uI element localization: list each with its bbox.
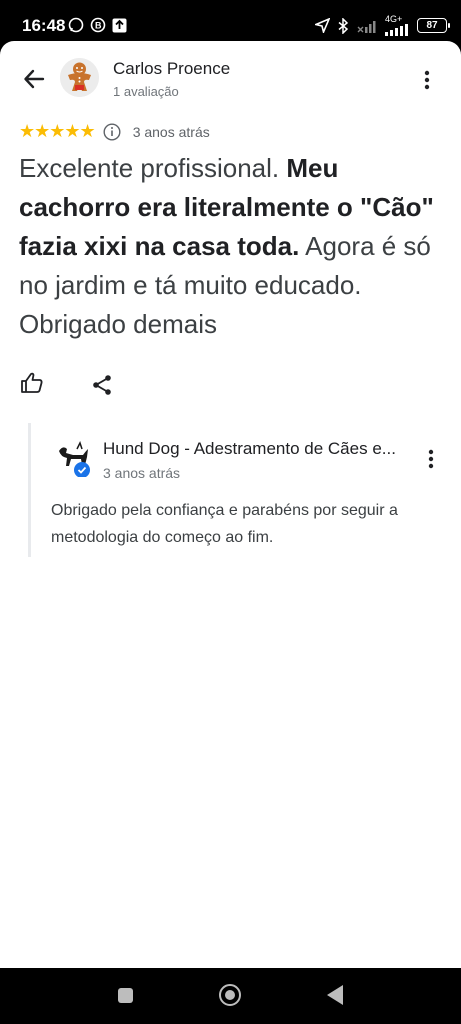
author-name[interactable]: Carlos Proence — [113, 59, 230, 79]
notification-icons: B — [68, 17, 127, 33]
signal-icon — [385, 24, 408, 36]
thumb-up-icon — [21, 372, 43, 393]
share-icon — [93, 375, 111, 395]
more-options-button[interactable] — [415, 68, 439, 92]
bluetooth-icon — [338, 17, 349, 34]
arrow-left-icon — [24, 69, 45, 89]
b-app-icon: B — [90, 17, 106, 33]
upload-icon — [112, 18, 127, 32]
battery-icon: 87 — [417, 18, 450, 33]
navigation-bar — [0, 968, 461, 1024]
star-rating: ★★★★★ — [19, 121, 96, 141]
review-text: Excelente profissional. Meu cachorro era… — [19, 149, 439, 344]
system-icons: 4G+ 87 — [315, 15, 450, 36]
home-button[interactable] — [219, 984, 241, 1006]
more-vert-icon — [424, 70, 430, 90]
location-icon — [315, 18, 330, 33]
owner-response-date: 3 anos atrás — [103, 465, 181, 481]
status-bar: 16:48 B 4G+ 87 — [0, 0, 461, 46]
owner-name[interactable]: Hund Dog - Adestramento de Cães e... — [103, 439, 408, 459]
rating-row: ★★★★★ 3 anos atrás — [19, 121, 210, 142]
recents-button[interactable] — [118, 988, 133, 1003]
nav-back-button[interactable] — [327, 985, 343, 1005]
author-avatar[interactable] — [60, 58, 99, 97]
gingerbread-man-icon — [60, 58, 99, 97]
info-icon[interactable] — [103, 122, 121, 141]
review-sheet: Carlos Proence 1 avaliação ★★★★★ 3 anos … — [0, 41, 461, 968]
review-text-part1: Excelente profissional. — [19, 153, 287, 183]
share-button[interactable] — [90, 373, 116, 399]
more-vert-icon — [428, 449, 434, 469]
signal-x-icon — [357, 20, 376, 33]
mobile-network: 4G+ — [385, 15, 409, 36]
network-type: 4G+ — [385, 14, 403, 24]
owner-reply-text: Obrigado pela confiança e parabéns por s… — [51, 502, 398, 546]
svg-text:B: B — [95, 21, 102, 31]
owner-response: Hund Dog - Adestramento de Cães e... 3 a… — [28, 423, 441, 557]
back-button[interactable] — [19, 64, 49, 94]
review-date: 3 anos atrás — [132, 123, 210, 140]
whatsapp-icon — [68, 17, 84, 33]
status-time: 16:48 — [22, 16, 66, 35]
like-button[interactable] — [20, 371, 46, 397]
owner-logo[interactable] — [53, 437, 93, 478]
author-review-count: 1 avaliação — [113, 84, 179, 99]
owner-more-options-button[interactable] — [419, 447, 443, 471]
dog-logo-icon — [53, 437, 93, 478]
